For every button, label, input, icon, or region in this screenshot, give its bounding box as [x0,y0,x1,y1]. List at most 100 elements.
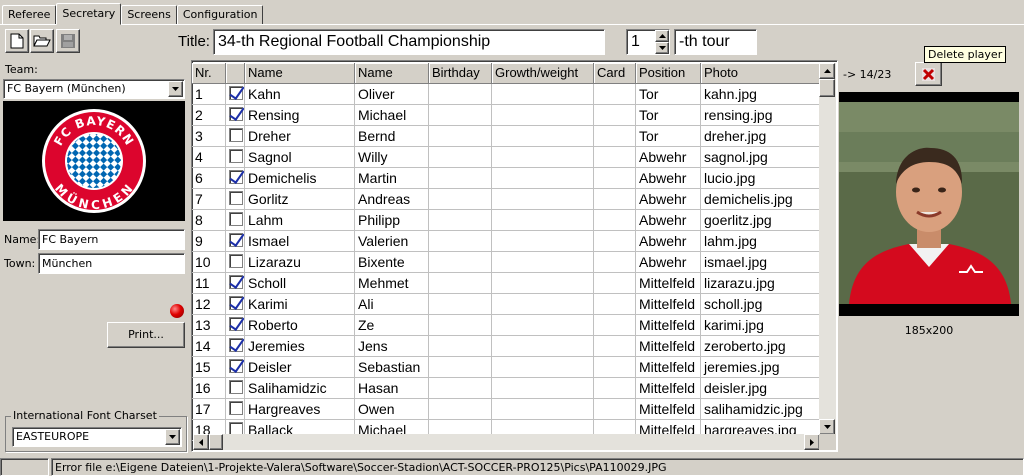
cell-nr[interactable]: 6 [192,168,226,189]
spin-up-button[interactable] [655,30,669,42]
cell-name[interactable]: Lahm [245,210,355,231]
cell-check[interactable] [226,252,245,273]
cell-position[interactable]: Mittelfeld [636,315,701,336]
charset-dropdown-button[interactable] [165,429,180,445]
row-checkbox[interactable] [229,233,243,247]
cell-name[interactable]: Hargreaves [245,399,355,420]
tab-screens[interactable]: Screens [121,5,177,25]
cell-growth-weight[interactable] [492,189,594,210]
cell-card[interactable] [594,231,636,252]
print-button[interactable]: Print... [107,322,185,348]
team-dropdown[interactable]: FC Bayern (München) [3,79,185,99]
cell-surname[interactable]: Jens [355,336,429,357]
tab-referee[interactable]: Referee [2,5,57,25]
col-header-birthday[interactable]: Birthday [429,63,492,84]
cell-card[interactable] [594,189,636,210]
row-checkbox[interactable] [229,275,243,289]
cell-surname[interactable]: Michael [355,105,429,126]
table-row[interactable]: 2 Rensing Michael Tor rensing.jpg [192,105,821,126]
tour-suffix-input[interactable]: -th tour [674,29,757,55]
cell-photo[interactable]: goerlitz.jpg [701,210,821,231]
row-checkbox[interactable] [229,191,243,205]
table-row[interactable]: 3 Dreher Bernd Tor dreher.jpg [192,126,821,147]
cell-position[interactable]: Tor [636,126,701,147]
cell-photo[interactable]: kahn.jpg [701,84,821,105]
title-input[interactable]: 34-th Regional Football Championship [213,29,605,55]
cell-growth-weight[interactable] [492,147,594,168]
cell-card[interactable] [594,378,636,399]
cell-photo[interactable]: salihamidzic.jpg [701,399,821,420]
vertical-scroll-thumb[interactable] [819,79,835,97]
cell-birthday[interactable] [429,357,492,378]
cell-growth-weight[interactable] [492,378,594,399]
cell-card[interactable] [594,336,636,357]
cell-photo[interactable]: lahm.jpg [701,231,821,252]
cell-photo[interactable]: jeremies.jpg [701,357,821,378]
scroll-left-button[interactable] [193,434,209,450]
row-checkbox[interactable] [229,149,243,163]
cell-position[interactable]: Mittelfeld [636,294,701,315]
cell-surname[interactable]: Andreas [355,189,429,210]
row-checkbox[interactable] [229,107,243,121]
cell-name[interactable]: Jeremies [245,336,355,357]
cell-birthday[interactable] [429,378,492,399]
row-checkbox[interactable] [229,254,243,268]
cell-birthday[interactable] [429,315,492,336]
table-row[interactable]: 17 Hargreaves Owen Mittelfeld salihamidzic.j… [192,399,821,420]
cell-name[interactable]: Dreher [245,126,355,147]
cell-check[interactable] [226,399,245,420]
players-grid[interactable]: Nr. Name Name Birthday Growth/weight Car… [191,60,838,452]
cell-name[interactable]: Ismael [245,231,355,252]
table-row[interactable]: 4 Sagnol Willy Abwehr sagnol.jpg [192,147,821,168]
cell-growth-weight[interactable] [492,231,594,252]
cell-birthday[interactable] [429,147,492,168]
row-checkbox[interactable] [229,338,243,352]
cell-photo[interactable]: lucio.jpg [701,168,821,189]
cell-card[interactable] [594,105,636,126]
table-row[interactable]: 8 Lahm Philipp Abwehr goerlitz.jpg [192,210,821,231]
horizontal-scrollbar[interactable] [193,434,820,450]
cell-birthday[interactable] [429,210,492,231]
cell-check[interactable] [226,210,245,231]
cell-surname[interactable]: Mehmet [355,273,429,294]
cell-growth-weight[interactable] [492,273,594,294]
table-row[interactable]: 13 Roberto Ze Mittelfeld karimi.jpg [192,315,821,336]
cell-nr[interactable]: 15 [192,357,226,378]
row-checkbox[interactable] [229,86,243,100]
cell-name[interactable]: Rensing [245,105,355,126]
spin-down-button[interactable] [655,42,669,54]
cell-card[interactable] [594,273,636,294]
cell-surname[interactable]: Bixente [355,252,429,273]
cell-photo[interactable]: sagnol.jpg [701,147,821,168]
cell-card[interactable] [594,126,636,147]
row-checkbox[interactable] [229,128,243,142]
cell-growth-weight[interactable] [492,126,594,147]
cell-card[interactable] [594,357,636,378]
cell-photo[interactable]: dreher.jpg [701,126,821,147]
cell-birthday[interactable] [429,84,492,105]
cell-card[interactable] [594,84,636,105]
open-file-button[interactable] [30,29,54,53]
cell-photo[interactable]: karimi.jpg [701,315,821,336]
cell-surname[interactable]: Sebastian [355,357,429,378]
cell-name[interactable]: Kahn [245,84,355,105]
cell-nr[interactable]: 16 [192,378,226,399]
charset-dropdown[interactable]: EASTEUROPE [12,427,182,447]
horizontal-scroll-thumb[interactable] [209,434,223,450]
cell-surname[interactable]: Hasan [355,378,429,399]
cell-name[interactable]: Sagnol [245,147,355,168]
cell-nr[interactable]: 14 [192,336,226,357]
cell-nr[interactable]: 9 [192,231,226,252]
cell-position[interactable]: Abwehr [636,147,701,168]
cell-name[interactable]: Scholl [245,273,355,294]
cell-card[interactable] [594,315,636,336]
cell-position[interactable]: Abwehr [636,189,701,210]
cell-check[interactable] [226,231,245,252]
tab-configuration[interactable]: Configuration [176,5,264,25]
col-header-nr[interactable]: Nr. [192,63,226,84]
cell-growth-weight[interactable] [492,336,594,357]
cell-surname[interactable]: Valerien [355,231,429,252]
cell-growth-weight[interactable] [492,210,594,231]
col-header-position[interactable]: Position [636,63,701,84]
cell-card[interactable] [594,399,636,420]
